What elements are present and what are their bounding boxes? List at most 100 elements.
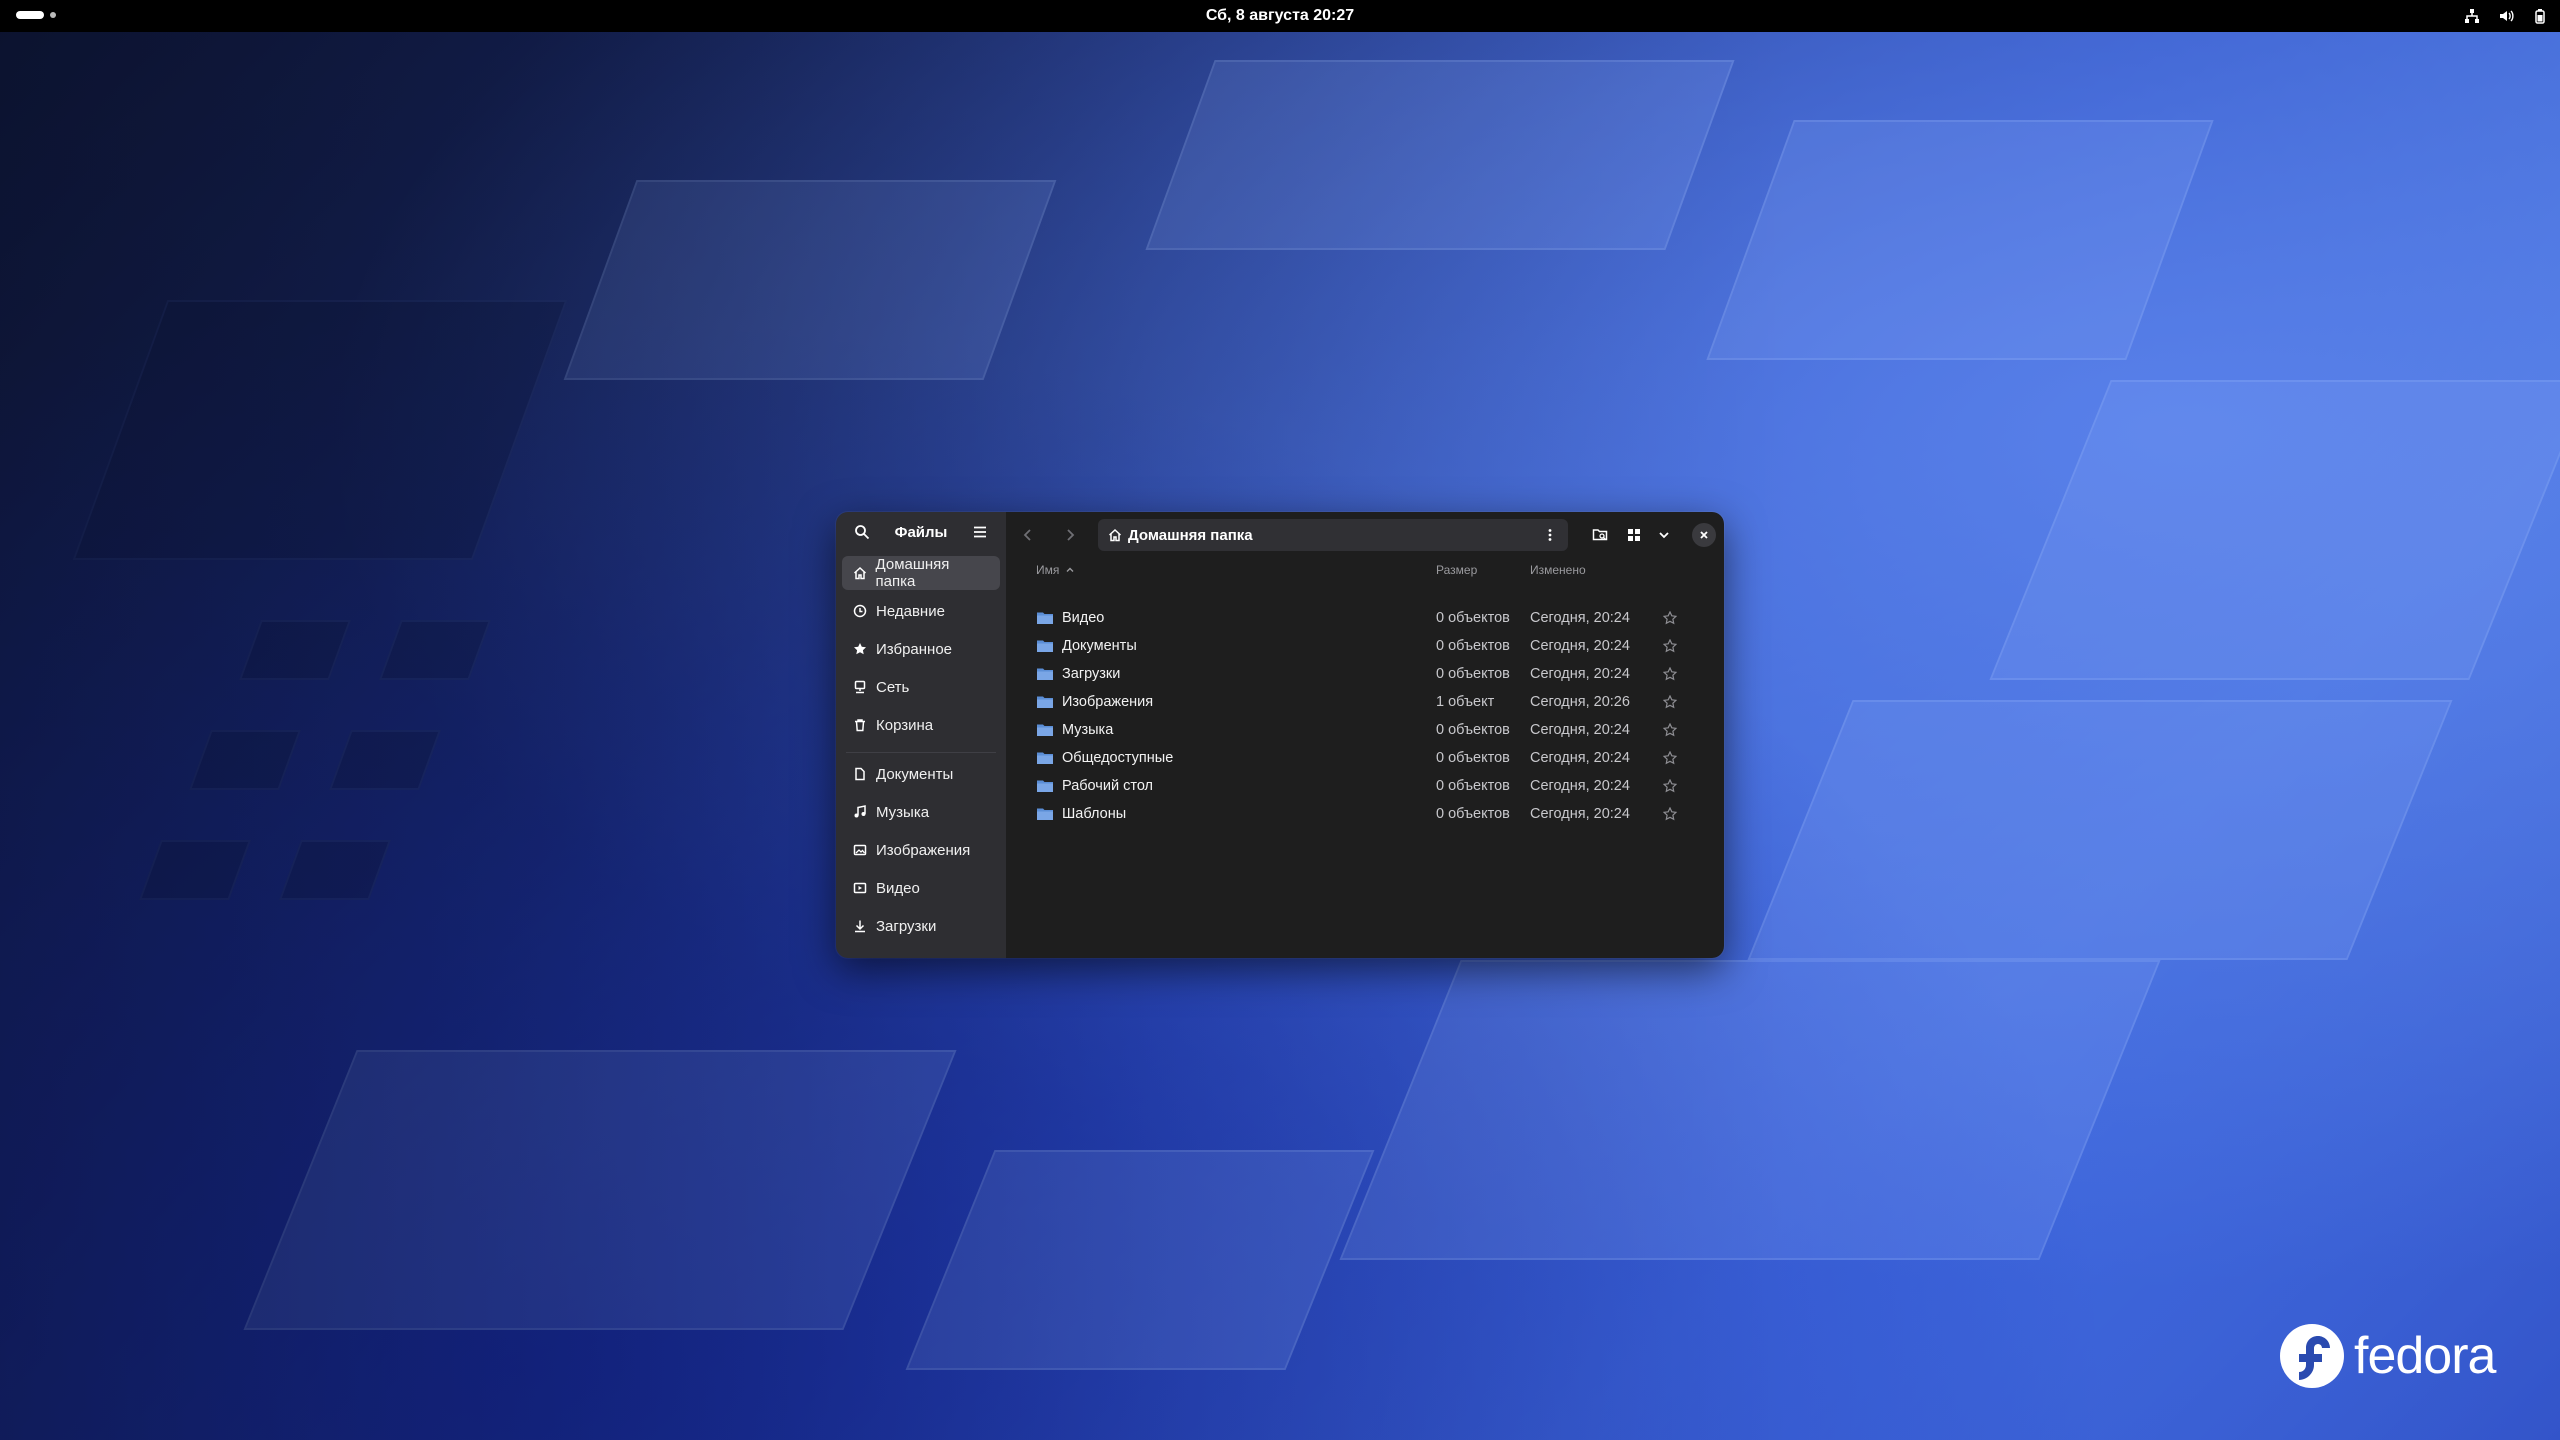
file-row[interactable]: Загрузки 0 объектов Сегодня, 20:24 bbox=[1036, 660, 1724, 688]
star-outline-icon bbox=[1663, 751, 1677, 765]
location-bar[interactable]: Домашняя папка bbox=[1098, 519, 1568, 551]
sidebar-item-downloads[interactable]: Загрузки bbox=[842, 909, 1000, 943]
file-name-cell: Видео bbox=[1036, 610, 1436, 626]
file-row[interactable]: Общедоступные 0 объектов Сегодня, 20:24 bbox=[1036, 744, 1724, 772]
sidebar-item-music[interactable]: Музыка bbox=[842, 795, 1000, 829]
file-modified: Сегодня, 20:24 bbox=[1530, 806, 1630, 822]
sidebar-item-label: Изображения bbox=[876, 841, 971, 859]
activities-button[interactable] bbox=[16, 11, 56, 19]
column-modified-header[interactable]: Изменено bbox=[1530, 563, 1660, 577]
file-name: Изображения bbox=[1062, 694, 1154, 710]
fedora-logo-icon bbox=[2280, 1324, 2344, 1388]
folder-icon bbox=[1036, 723, 1054, 737]
search-button[interactable] bbox=[848, 518, 876, 546]
battery-icon[interactable] bbox=[2530, 6, 2550, 26]
file-modified: Сегодня, 20:26 bbox=[1530, 694, 1630, 710]
folder-icon bbox=[1036, 779, 1054, 793]
sidebar-item-label: Корзина bbox=[876, 716, 934, 734]
column-name-header[interactable]: Имя bbox=[1036, 563, 1436, 577]
file-name-cell: Документы bbox=[1036, 638, 1436, 654]
sidebar-item-pictures[interactable]: Изображения bbox=[842, 833, 1000, 867]
view-options-button[interactable] bbox=[1654, 521, 1674, 549]
file-row[interactable]: Изображения 1 объект Сегодня, 20:26 bbox=[1036, 688, 1724, 716]
search-in-folder-button[interactable] bbox=[1586, 521, 1614, 549]
file-name: Шаблоны bbox=[1062, 806, 1127, 822]
chevron-down-icon bbox=[1659, 532, 1669, 539]
star-outline-icon bbox=[1663, 779, 1677, 793]
file-size: 0 объектов bbox=[1436, 722, 1510, 738]
file-modified: Сегодня, 20:24 bbox=[1530, 750, 1630, 766]
close-icon bbox=[1700, 531, 1708, 539]
sidebar: Файлы Домашняя папка Недавние Избранное … bbox=[836, 512, 1006, 958]
chevron-right-icon bbox=[1067, 529, 1075, 541]
document-icon bbox=[852, 766, 868, 782]
location-menu-button[interactable] bbox=[1536, 521, 1564, 549]
file-name: Общедоступные bbox=[1062, 750, 1174, 766]
file-manager-window: Файлы Домашняя папка Недавние Избранное … bbox=[836, 512, 1724, 958]
network-icon[interactable] bbox=[2462, 6, 2482, 26]
star-toggle[interactable] bbox=[1660, 695, 1680, 709]
star-toggle[interactable] bbox=[1660, 667, 1680, 681]
main-menu-button[interactable] bbox=[966, 518, 994, 546]
back-button[interactable] bbox=[1014, 521, 1042, 549]
close-button[interactable] bbox=[1692, 523, 1716, 547]
home-icon bbox=[852, 565, 868, 581]
network-icon bbox=[852, 679, 868, 695]
file-size: 0 объектов bbox=[1436, 666, 1510, 682]
column-size-header[interactable]: Размер bbox=[1436, 563, 1530, 577]
star-outline-icon bbox=[1663, 667, 1677, 681]
home-icon bbox=[1108, 528, 1122, 542]
volume-icon[interactable] bbox=[2496, 6, 2516, 26]
sidebar-item-documents[interactable]: Документы bbox=[842, 757, 1000, 791]
star-icon bbox=[852, 641, 868, 657]
search-icon bbox=[855, 525, 870, 540]
file-size: 0 объектов bbox=[1436, 638, 1510, 654]
view-toggle-button[interactable] bbox=[1620, 521, 1648, 549]
column-name-label: Имя bbox=[1036, 563, 1060, 577]
star-toggle[interactable] bbox=[1660, 751, 1680, 765]
file-modified: Сегодня, 20:24 bbox=[1530, 778, 1630, 794]
system-tray[interactable] bbox=[2462, 6, 2550, 26]
file-name-cell: Музыка bbox=[1036, 722, 1436, 738]
fedora-logo-text: fedora bbox=[2354, 1327, 2496, 1385]
location-label: Домашняя папка bbox=[1128, 526, 1253, 544]
file-row[interactable]: Рабочий стол 0 объектов Сегодня, 20:24 bbox=[1036, 772, 1724, 800]
sidebar-item-videos[interactable]: Видео bbox=[842, 871, 1000, 905]
file-name-cell: Рабочий стол bbox=[1036, 778, 1436, 794]
sidebar-item-recent[interactable]: Недавние bbox=[842, 594, 1000, 628]
sidebar-item-home[interactable]: Домашняя папка bbox=[842, 556, 1000, 590]
sidebar-item-label: Недавние bbox=[876, 602, 945, 620]
image-icon bbox=[852, 842, 868, 858]
sidebar-item-trash[interactable]: Корзина bbox=[842, 708, 1000, 742]
file-row[interactable]: Музыка 0 объектов Сегодня, 20:24 bbox=[1036, 716, 1724, 744]
star-toggle[interactable] bbox=[1660, 779, 1680, 793]
star-toggle[interactable] bbox=[1660, 723, 1680, 737]
star-outline-icon bbox=[1663, 639, 1677, 653]
file-name: Видео bbox=[1062, 610, 1105, 626]
file-name: Документы bbox=[1062, 638, 1137, 654]
clock[interactable]: Сб, 8 августа 20:27 bbox=[1206, 7, 1354, 25]
star-toggle[interactable] bbox=[1660, 639, 1680, 653]
file-name: Рабочий стол bbox=[1062, 778, 1154, 794]
forward-button[interactable] bbox=[1056, 521, 1084, 549]
content-pane: Домашняя папка Имя Размер Изменено Видео… bbox=[1006, 512, 1724, 958]
folder-icon bbox=[1036, 807, 1054, 821]
file-row[interactable]: Документы 0 объектов Сегодня, 20:24 bbox=[1036, 632, 1724, 660]
column-modified-label: Изменено bbox=[1530, 563, 1586, 577]
star-outline-icon bbox=[1663, 695, 1677, 709]
app-title: Файлы bbox=[894, 523, 948, 541]
sidebar-item-starred[interactable]: Избранное bbox=[842, 632, 1000, 666]
download-icon bbox=[852, 918, 868, 934]
file-size: 0 объектов bbox=[1436, 750, 1510, 766]
file-name: Музыка bbox=[1062, 722, 1114, 738]
star-toggle[interactable] bbox=[1660, 807, 1680, 821]
top-bar: Сб, 8 августа 20:27 bbox=[0, 0, 2560, 32]
sidebar-item-network[interactable]: Сеть bbox=[842, 670, 1000, 704]
file-name: Загрузки bbox=[1062, 666, 1121, 682]
file-row[interactable]: Шаблоны 0 объектов Сегодня, 20:24 bbox=[1036, 800, 1724, 828]
file-size: 0 объектов bbox=[1436, 610, 1510, 626]
file-list: Видео 0 объектов Сегодня, 20:24 Документы 0 … bbox=[1006, 604, 1724, 828]
sidebar-item-label: Загрузки bbox=[876, 917, 937, 935]
file-row[interactable]: Видео 0 объектов Сегодня, 20:24 bbox=[1036, 604, 1724, 632]
star-toggle[interactable] bbox=[1660, 611, 1680, 625]
